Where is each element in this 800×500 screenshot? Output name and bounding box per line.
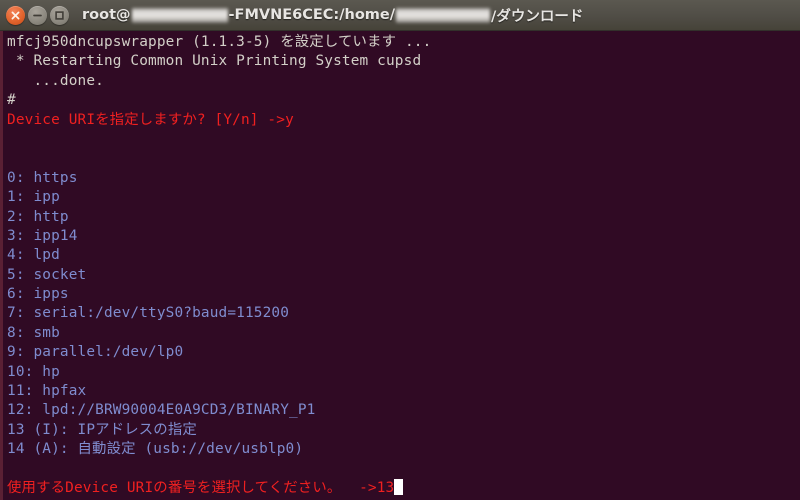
line-opt-7: 7: serial:/dev/ttyS0?baud=115200 bbox=[7, 305, 290, 322]
line-opt-5: 5: socket bbox=[7, 266, 87, 283]
terminal-window: root@ -FMVNE6CEC: /home/ /ダウンロード mfcj950dn… bbox=[0, 0, 800, 500]
title-host-suffix: -FMVNE6CEC: bbox=[228, 7, 340, 23]
line-opt-14: 14 (A): 自動設定 (usb://dev/usblp0) bbox=[7, 441, 304, 458]
line-opt-4: 4: lpd bbox=[7, 247, 60, 264]
redacted-home-dir bbox=[396, 7, 491, 23]
line-pkg-config: mfcj950dncupswrapper (1.1.3-5) を設定しています … bbox=[7, 34, 432, 50]
minimize-icon bbox=[33, 14, 42, 16]
line-done: ...done. bbox=[7, 72, 104, 89]
line-blank-1 bbox=[7, 130, 800, 149]
close-icon bbox=[11, 11, 20, 19]
line-opt-3: 3: ipp14 bbox=[7, 227, 78, 244]
line-opt-9: 9: parallel:/dev/lp0 bbox=[7, 344, 184, 361]
final-prompt-text: 使用するDevice URIの番号を選択してください。 ->13 bbox=[7, 479, 395, 496]
line-opt-2: 2: http bbox=[7, 208, 69, 225]
terminal-cursor bbox=[394, 478, 404, 495]
window-title: root@ -FMVNE6CEC: /home/ /ダウンロード bbox=[82, 5, 800, 26]
line-opt-11: 11: hpfax bbox=[7, 383, 87, 400]
minimize-button[interactable] bbox=[28, 5, 47, 25]
line-opt-12: 12: lpd://BRW90004E0A9CD3/BINARY_P1 bbox=[7, 402, 316, 419]
line-opt-8: 8: smb bbox=[7, 324, 60, 341]
line-final-prompt: 使用するDevice URIの番号を選択してください。 ->13 bbox=[7, 478, 800, 498]
title-path-suffix: /ダウンロード bbox=[491, 8, 584, 25]
line-blank-3 bbox=[7, 460, 800, 479]
redacted-username bbox=[131, 7, 228, 23]
terminal-screen[interactable]: mfcj950dncupswrapper (1.1.3-5) を設定しています … bbox=[0, 31, 800, 500]
line-restart-cups: * Restarting Common Unix Printing System… bbox=[7, 53, 422, 70]
line-opt-10: 10: hp bbox=[7, 363, 60, 380]
maximize-button[interactable] bbox=[50, 5, 69, 25]
line-uri-question: Device URIを指定しますか? [Y/n] ->y bbox=[7, 111, 294, 128]
window-controls bbox=[6, 5, 69, 25]
line-opt-0: 0: https bbox=[7, 169, 78, 186]
line-opt-13: 13 (I): IPアドレスの指定 bbox=[7, 421, 197, 438]
window-titlebar: root@ -FMVNE6CEC: /home/ /ダウンロード bbox=[0, 0, 800, 31]
line-opt-6: 6: ipps bbox=[7, 286, 69, 303]
title-path-prefix: /home/ bbox=[339, 7, 396, 23]
terminal-output: mfcj950dncupswrapper (1.1.3-5) を設定しています … bbox=[7, 33, 800, 498]
title-user-prefix: root@ bbox=[82, 7, 131, 23]
close-button[interactable] bbox=[6, 5, 25, 25]
line-shell-prompt: # bbox=[7, 92, 16, 109]
line-opt-1: 1: ipp bbox=[7, 189, 60, 206]
maximize-icon bbox=[55, 10, 64, 20]
line-blank-2 bbox=[7, 149, 800, 168]
